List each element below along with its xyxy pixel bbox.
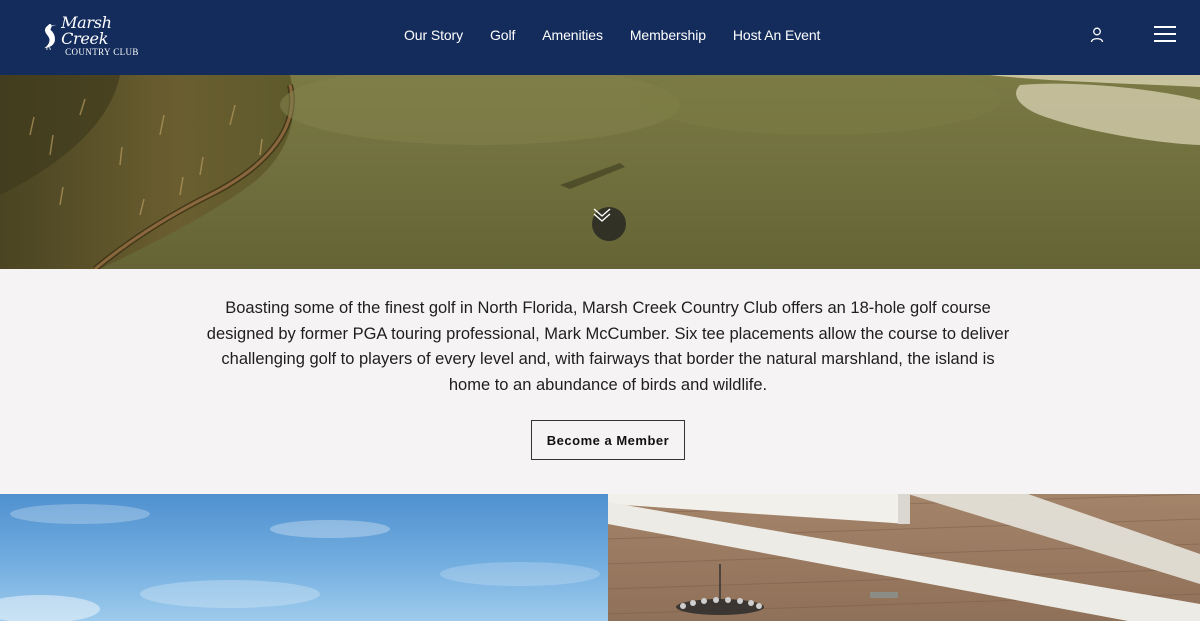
hamburger-menu-icon[interactable] xyxy=(1154,26,1176,44)
intro-section: Boasting some of the finest golf in Nort… xyxy=(0,269,1200,494)
clubhouse-ceiling-scene xyxy=(608,494,1200,621)
sky-photo xyxy=(0,494,608,621)
menu-bar xyxy=(1154,40,1176,42)
scroll-down-button[interactable] xyxy=(592,207,626,241)
main-nav: Our Story Golf Amenities Membership Host… xyxy=(404,0,847,70)
nav-host-an-event[interactable]: Host An Event xyxy=(733,27,821,43)
nav-amenities[interactable]: Amenities xyxy=(542,27,603,43)
nav-golf[interactable]: Golf xyxy=(490,27,515,43)
golf-course-scene xyxy=(0,75,1200,269)
clubhouse-interior-photo xyxy=(608,494,1200,621)
club-logo[interactable]: Marsh Creek COUNTRY CLUB xyxy=(40,15,150,57)
heron-logo-icon xyxy=(44,23,57,51)
nav-our-story[interactable]: Our Story xyxy=(404,27,463,43)
hero-golf-course-image xyxy=(0,75,1200,269)
double-chevron-down-icon xyxy=(593,208,611,222)
logo-sub-text: COUNTRY CLUB xyxy=(65,47,139,57)
intro-paragraph: Boasting some of the finest golf in Nort… xyxy=(206,299,1010,395)
menu-bar xyxy=(1154,33,1176,35)
logo-wordmark: Marsh Creek COUNTRY CLUB xyxy=(61,15,150,57)
become-member-button[interactable]: Become a Member xyxy=(531,420,685,460)
user-icon[interactable] xyxy=(1090,27,1104,43)
sky-clouds-scene xyxy=(0,504,600,621)
logo-script-text: Marsh Creek xyxy=(61,13,112,48)
site-header: Marsh Creek COUNTRY CLUB Our Story Golf … xyxy=(0,0,1200,75)
menu-bar xyxy=(1154,26,1176,28)
nav-membership[interactable]: Membership xyxy=(630,27,706,43)
